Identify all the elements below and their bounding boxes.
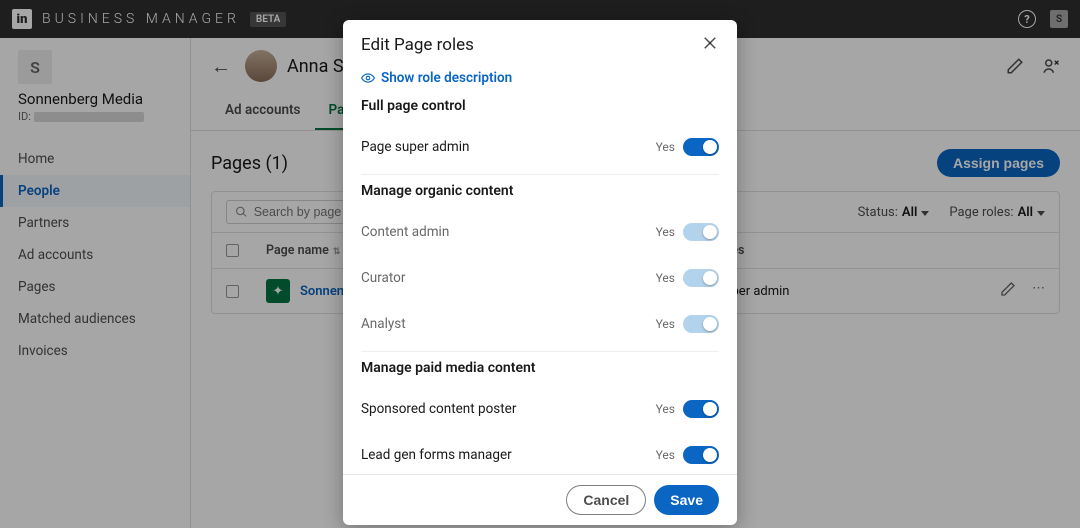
yes-label: Yes (656, 402, 675, 416)
cancel-button[interactable]: Cancel (566, 485, 646, 515)
group-organic-content: Manage organic content (361, 183, 719, 199)
role-analyst-label: Analyst (361, 316, 406, 332)
modal-backdrop: Edit Page roles Show role description Fu… (0, 0, 1080, 528)
role-content-admin-label: Content admin (361, 224, 449, 240)
yes-label: Yes (656, 225, 675, 239)
eye-icon (361, 71, 375, 85)
role-curator-label: Curator (361, 270, 405, 286)
role-sponsored-label: Sponsored content poster (361, 401, 516, 417)
save-button[interactable]: Save (654, 485, 719, 515)
yes-label: Yes (656, 271, 675, 285)
toggle-analyst[interactable] (683, 315, 719, 333)
toggle-leadgen[interactable] (683, 446, 719, 464)
toggle-content-admin[interactable] (683, 223, 719, 241)
role-super-admin-label: Page super admin (361, 139, 469, 155)
show-role-description-link[interactable]: Show role description (361, 70, 719, 86)
toggle-curator[interactable] (683, 269, 719, 287)
role-leadgen-label: Lead gen forms manager (361, 447, 512, 463)
group-paid-media: Manage paid media content (361, 360, 719, 376)
yes-label: Yes (656, 448, 675, 462)
yes-label: Yes (656, 140, 675, 154)
close-icon[interactable] (701, 34, 719, 56)
edit-page-roles-modal: Edit Page roles Show role description Fu… (343, 20, 737, 525)
toggle-super-admin[interactable] (683, 138, 719, 156)
group-full-page-control: Full page control (361, 98, 719, 114)
modal-title: Edit Page roles (361, 35, 474, 55)
yes-label: Yes (656, 317, 675, 331)
toggle-sponsored[interactable] (683, 400, 719, 418)
